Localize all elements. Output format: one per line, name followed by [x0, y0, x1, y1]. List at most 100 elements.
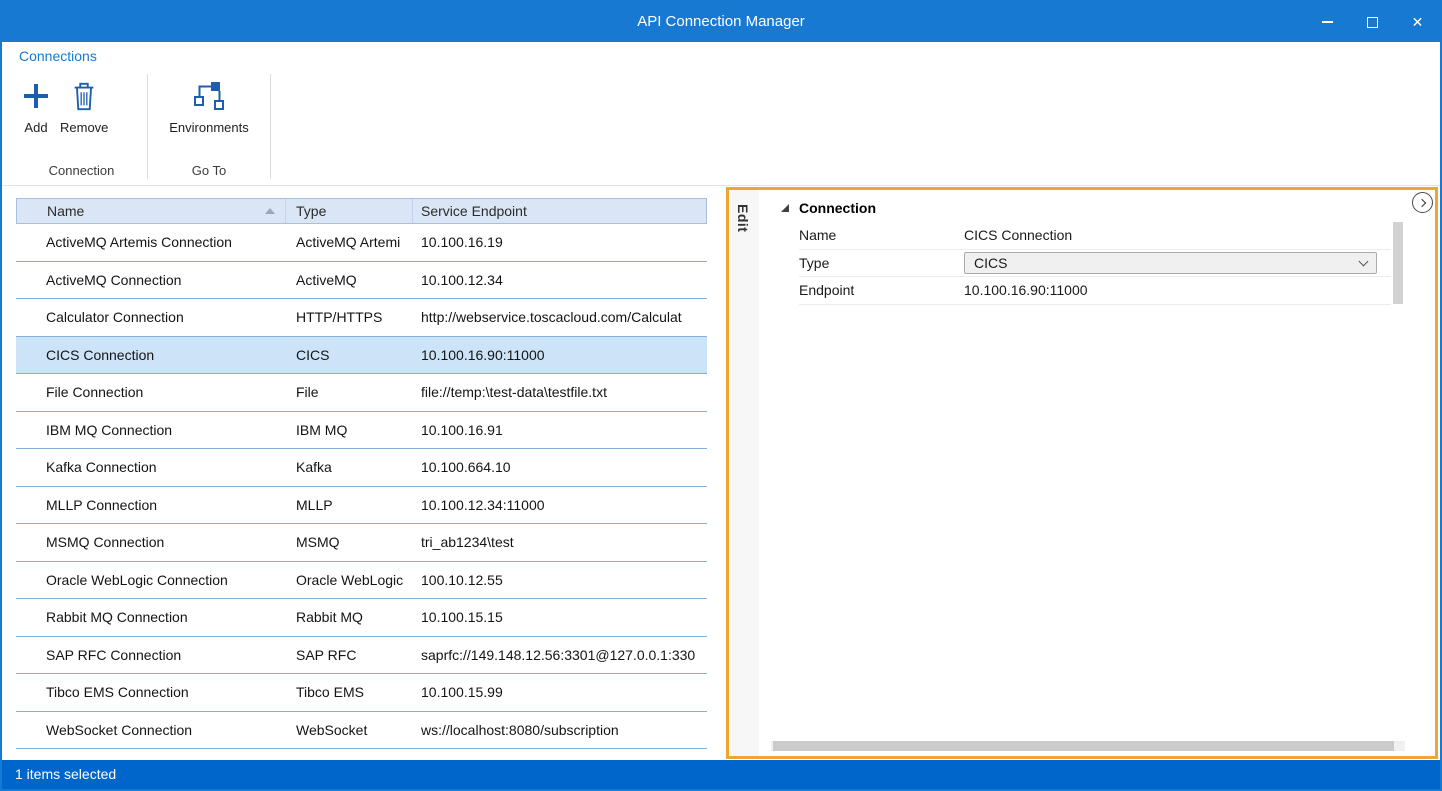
panel-horizontal-scrollbar[interactable] — [771, 741, 1405, 751]
cell-type: MSMQ — [286, 534, 413, 550]
table-row[interactable]: Tibco EMS Connection Tibco EMS 10.100.15… — [16, 674, 707, 712]
cell-endpoint: 100.10.12.55 — [413, 572, 705, 588]
column-header-type[interactable]: Type — [286, 199, 413, 223]
cell-type: IBM MQ — [286, 422, 413, 438]
environments-icon — [190, 76, 228, 116]
endpoint-field-label: Endpoint — [799, 282, 964, 298]
window-title: API Connection Manager — [2, 2, 1440, 42]
cell-endpoint: file://temp:\test-data\testfile.txt — [413, 384, 705, 400]
cell-endpoint: 10.100.664.10 — [413, 459, 705, 475]
sort-ascending-icon — [265, 208, 275, 214]
cell-name: Oracle WebLogic Connection — [16, 572, 286, 588]
cell-name: CICS Connection — [16, 347, 286, 363]
cell-type: Rabbit MQ — [286, 609, 413, 625]
field-row-endpoint: Endpoint 10.100.16.90:11000 — [799, 277, 1391, 305]
cell-name: ActiveMQ Connection — [16, 272, 286, 288]
table-row[interactable]: Calculator Connection HTTP/HTTPS http://… — [16, 299, 707, 337]
name-field-label: Name — [799, 227, 964, 243]
edit-panel: Edit Connection Name CICS Connection Typ… — [726, 187, 1438, 759]
edit-panel-tab[interactable]: Edit — [729, 190, 759, 756]
table-row[interactable]: Kafka Connection Kafka 10.100.664.10 — [16, 449, 707, 487]
connection-section-expander[interactable]: Connection — [759, 190, 1435, 222]
table-row[interactable]: MLLP Connection MLLP 10.100.12.34:11000 — [16, 487, 707, 525]
add-icon — [20, 76, 52, 116]
edit-panel-body: Connection Name CICS Connection Type CIC… — [759, 190, 1435, 756]
cell-endpoint: ws://localhost:8080/subscription — [413, 722, 705, 738]
name-field[interactable]: CICS Connection — [964, 227, 1391, 243]
cell-endpoint: 10.100.15.99 — [413, 684, 705, 700]
cell-endpoint: 10.100.16.90:11000 — [413, 347, 705, 363]
cell-type: Oracle WebLogic — [286, 572, 413, 588]
ribbon: Connections Add — [2, 42, 1440, 186]
column-header-endpoint[interactable]: Service Endpoint — [413, 199, 704, 223]
cell-endpoint: saprfc://149.148.12.56:3301@127.0.0.1:33… — [413, 647, 705, 663]
collapse-panel-button[interactable] — [1412, 192, 1433, 213]
cell-name: ActiveMQ Artemis Connection — [16, 234, 286, 250]
ribbon-group-connection: Add Remove Connection — [16, 70, 147, 185]
add-button[interactable]: Add — [16, 74, 56, 137]
table-row[interactable]: File Connection File file://temp:\test-d… — [16, 374, 707, 412]
cell-type: CICS — [286, 347, 413, 363]
remove-button[interactable]: Remove — [56, 74, 112, 137]
cell-name: Calculator Connection — [16, 309, 286, 325]
form-vertical-scrollbar[interactable] — [1393, 222, 1403, 304]
cell-name: MLLP Connection — [16, 497, 286, 513]
maximize-icon — [1367, 17, 1378, 28]
title-bar: API Connection Manager ✕ — [2, 2, 1440, 42]
maximize-button[interactable] — [1350, 2, 1395, 42]
table-row[interactable]: ActiveMQ Connection ActiveMQ 10.100.12.3… — [16, 262, 707, 300]
cell-endpoint: 10.100.16.91 — [413, 422, 705, 438]
cell-type: HTTP/HTTPS — [286, 309, 413, 325]
ribbon-group-goto: Environments Go To — [148, 70, 270, 185]
cell-type: WebSocket — [286, 722, 413, 738]
app-window: API Connection Manager ✕ Connections Add — [0, 0, 1442, 791]
ribbon-separator — [270, 74, 271, 179]
type-dropdown-value: CICS — [974, 255, 1007, 271]
cell-name: WebSocket Connection — [16, 722, 286, 738]
cell-name: MSMQ Connection — [16, 534, 286, 550]
expander-icon — [781, 204, 789, 212]
window-controls: ✕ — [1305, 2, 1440, 42]
trash-icon — [69, 76, 99, 116]
cell-endpoint: 10.100.12.34 — [413, 272, 705, 288]
ribbon-body: Add Remove Connection — [2, 70, 1440, 185]
environments-button[interactable]: Environments — [165, 74, 252, 137]
table-row[interactable]: ActiveMQ Artemis Connection ActiveMQ Art… — [16, 224, 707, 262]
cell-type: MLLP — [286, 497, 413, 513]
minimize-icon — [1322, 21, 1333, 23]
field-row-name: Name CICS Connection — [799, 222, 1391, 250]
cell-endpoint: 10.100.16.19 — [413, 234, 705, 250]
cell-type: ActiveMQ Artemi — [286, 234, 413, 250]
table-row[interactable]: CICS Connection CICS 10.100.16.90:11000 — [16, 337, 707, 375]
chevron-down-icon — [1359, 256, 1369, 266]
table-body: ActiveMQ Artemis Connection ActiveMQ Art… — [16, 224, 707, 749]
table-row[interactable]: Oracle WebLogic Connection Oracle WebLog… — [16, 562, 707, 600]
close-button[interactable]: ✕ — [1395, 2, 1440, 42]
table-row[interactable]: MSMQ Connection MSMQ tri_ab1234\test — [16, 524, 707, 562]
table-header: Name Type Service Endpoint — [16, 198, 707, 224]
cell-name: Tibco EMS Connection — [16, 684, 286, 700]
scrollbar-thumb[interactable] — [1393, 222, 1403, 304]
cell-type: Kafka — [286, 459, 413, 475]
cell-endpoint: tri_ab1234\test — [413, 534, 705, 550]
table-row[interactable]: IBM MQ Connection IBM MQ 10.100.16.91 — [16, 412, 707, 450]
main-content: Name Type Service Endpoint ActiveMQ Arte… — [2, 186, 1440, 760]
cell-name: Rabbit MQ Connection — [16, 609, 286, 625]
table-row[interactable]: SAP RFC Connection SAP RFC saprfc://149.… — [16, 637, 707, 675]
endpoint-field[interactable]: 10.100.16.90:11000 — [964, 282, 1391, 298]
group-label-connection: Connection — [16, 163, 147, 185]
tab-connections[interactable]: Connections — [2, 42, 122, 70]
scrollbar-thumb[interactable] — [773, 741, 1394, 751]
table-row[interactable]: Rabbit MQ Connection Rabbit MQ 10.100.15… — [16, 599, 707, 637]
cell-name: Kafka Connection — [16, 459, 286, 475]
status-bar: 1 items selected — [2, 760, 1440, 789]
cell-endpoint: http://webservice.toscacloud.com/Calcula… — [413, 309, 705, 325]
minimize-button[interactable] — [1305, 2, 1350, 42]
type-dropdown[interactable]: CICS — [964, 252, 1377, 274]
table-row[interactable]: WebSocket Connection WebSocket ws://loca… — [16, 712, 707, 750]
cell-type: SAP RFC — [286, 647, 413, 663]
column-header-name[interactable]: Name — [17, 199, 286, 223]
cell-type: File — [286, 384, 413, 400]
connections-table: Name Type Service Endpoint ActiveMQ Arte… — [16, 198, 707, 749]
cell-name: IBM MQ Connection — [16, 422, 286, 438]
